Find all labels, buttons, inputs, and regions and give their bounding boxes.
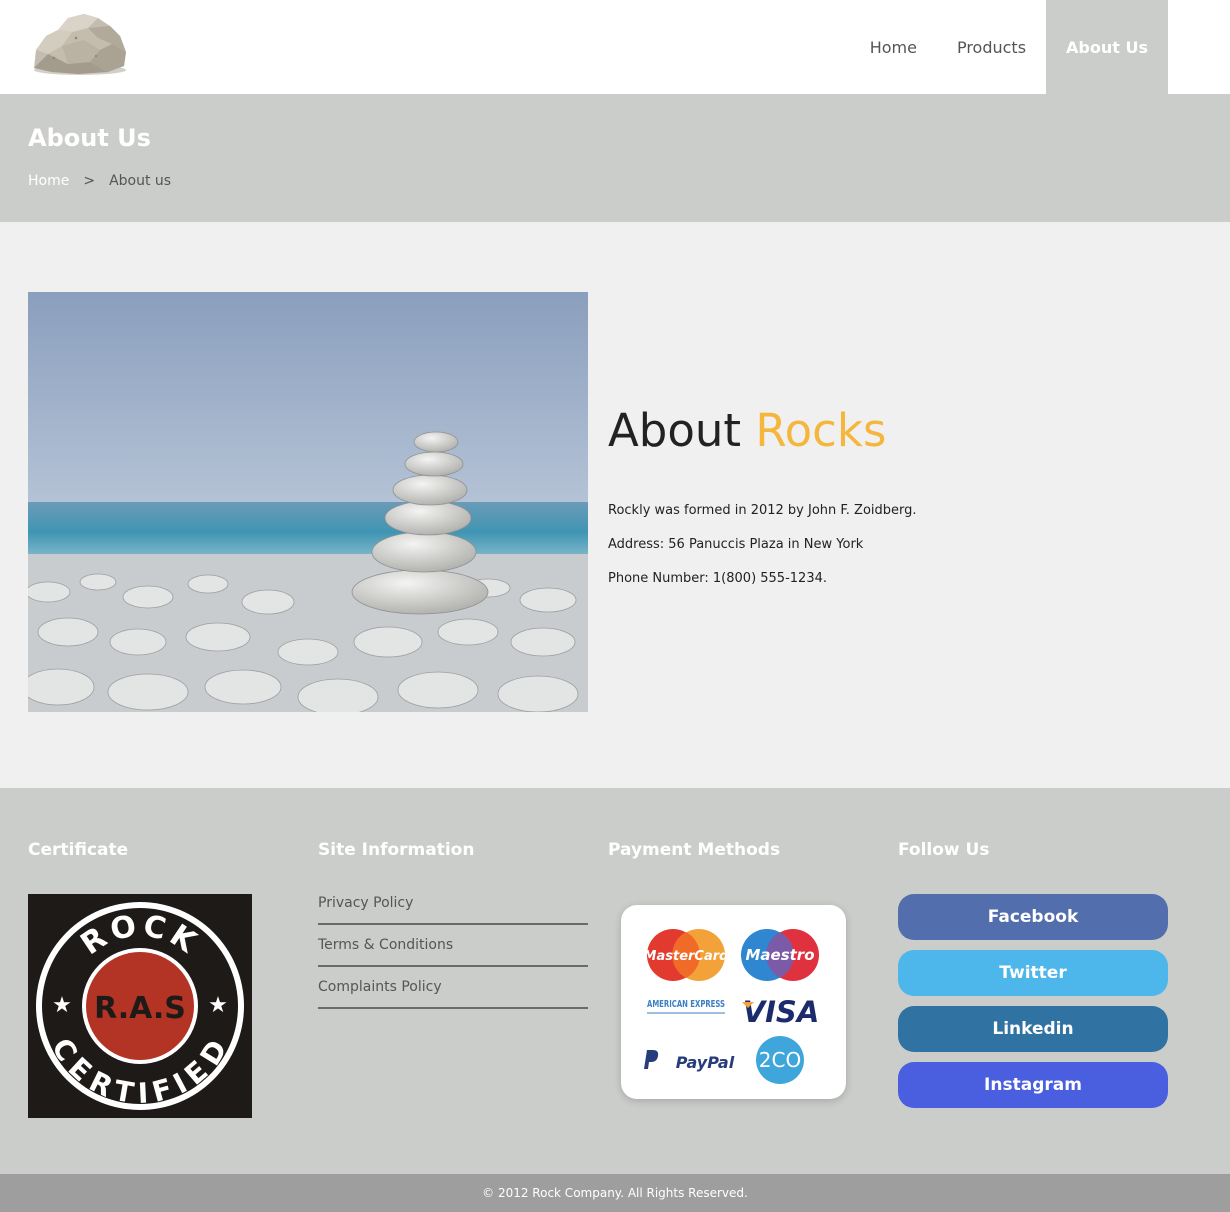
svg-text:2CO: 2CO: [759, 1048, 801, 1072]
star-icon: ★: [52, 993, 72, 1018]
breadcrumb-home-link[interactable]: Home: [28, 173, 69, 189]
follow-heading: Follow Us: [898, 840, 990, 860]
rock-logo[interactable]: [28, 10, 130, 76]
stacked-stones-image: [28, 292, 588, 712]
site-header: Home Products About Us: [0, 0, 1230, 94]
copyright-bar: © 2012 Rock Company. All Rights Reserved…: [0, 1174, 1230, 1212]
site-footer: Certificate Site Information Payment Met…: [0, 788, 1230, 1174]
ras-certified-badge: ROCK CERTIFIED R.A.S ★ ★: [28, 894, 252, 1118]
main-nav: Home Products About Us: [850, 0, 1168, 94]
about-title: About Rocks: [608, 404, 886, 457]
nav-about-us[interactable]: About Us: [1046, 0, 1168, 94]
privacy-policy-link[interactable]: Privacy Policy: [318, 883, 588, 925]
payment-methods-card: MasterCard Maestro AMERICAN EXPRESS VISA…: [621, 905, 846, 1099]
amex-icon: AMERICAN EXPRESS: [645, 997, 727, 1023]
site-info-links: Privacy Policy Terms & Conditions Compla…: [318, 883, 588, 1009]
twitter-button[interactable]: Twitter: [898, 950, 1168, 996]
page-title: About Us: [28, 124, 151, 152]
breadcrumb: Home > About us: [28, 173, 171, 189]
svg-text:AMERICAN EXPRESS: AMERICAN EXPRESS: [647, 999, 725, 1010]
mastercard-icon: MasterCard: [644, 929, 730, 981]
facebook-button[interactable]: Facebook: [898, 894, 1168, 940]
svg-text:VISA: VISA: [743, 995, 820, 1029]
svg-text:PayPal: PayPal: [676, 1053, 735, 1072]
terms-conditions-link[interactable]: Terms & Conditions: [318, 925, 588, 967]
2co-icon: 2CO: [756, 1036, 804, 1084]
nav-products[interactable]: Products: [937, 0, 1046, 94]
svg-text:MasterCard: MasterCard: [644, 949, 730, 964]
about-founded-line: Rockly was formed in 2012 by John F. Zoi…: [608, 503, 917, 518]
copyright-text: © 2012 Rock Company. All Rights Reserved…: [482, 1186, 748, 1200]
complaints-policy-link[interactable]: Complaints Policy: [318, 967, 588, 1009]
badge-center-text: R.A.S: [94, 991, 186, 1026]
about-title-plain: About: [608, 404, 742, 457]
instagram-button[interactable]: Instagram: [898, 1062, 1168, 1108]
paypal-icon: PayPal: [644, 1050, 735, 1072]
svg-text:Maestro: Maestro: [745, 946, 814, 964]
payment-heading: Payment Methods: [608, 840, 781, 860]
star-icon: ★: [208, 993, 228, 1018]
about-address-line: Address: 56 Panuccis Plaza in New York: [608, 537, 864, 552]
breadcrumb-separator: >: [83, 173, 96, 189]
about-title-accent: Rocks: [755, 404, 887, 457]
maestro-icon: Maestro: [741, 929, 819, 981]
breadcrumb-current: About us: [109, 173, 172, 189]
about-phone-line: Phone Number: 1(800) 555-1234.: [608, 571, 827, 586]
page-banner: About Us Home > About us: [0, 94, 1230, 222]
site-info-heading: Site Information: [318, 840, 475, 860]
visa-icon: VISA: [742, 995, 819, 1029]
nav-home[interactable]: Home: [850, 0, 937, 94]
certificate-heading: Certificate: [28, 840, 129, 860]
linkedin-button[interactable]: Linkedin: [898, 1006, 1168, 1052]
